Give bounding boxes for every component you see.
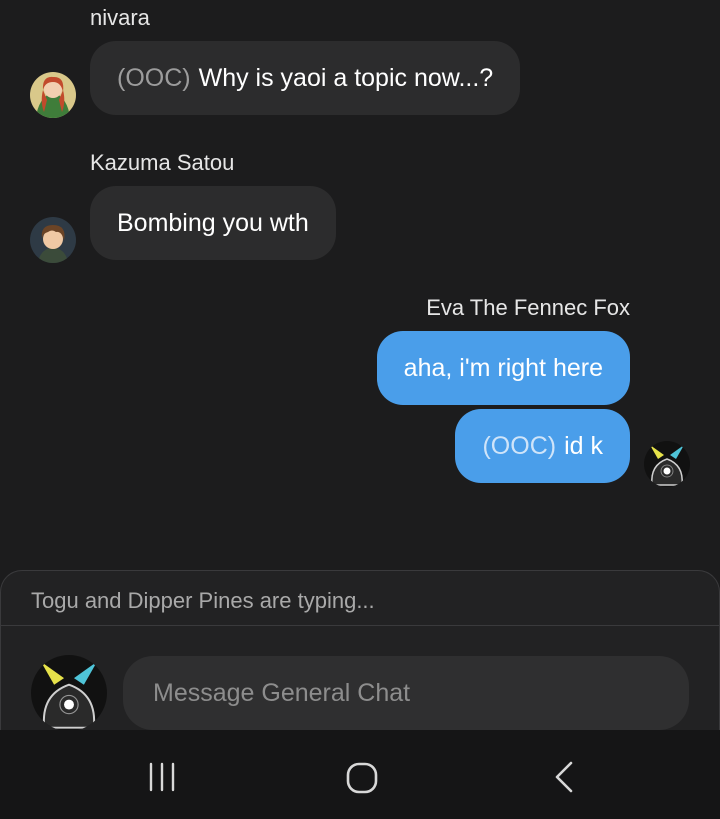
creature-avatar-icon[interactable] <box>644 441 690 487</box>
back-icon[interactable] <box>545 758 585 798</box>
message-bubble[interactable]: Bombing you wth <box>90 186 336 260</box>
girl-avatar-icon[interactable] <box>30 72 76 118</box>
creature-avatar-icon[interactable] <box>31 655 107 731</box>
ooc-prefix: (OOC) <box>117 63 191 92</box>
ooc-prefix: (OOC) <box>482 431 557 460</box>
typing-indicator: Togu and Dipper Pines are typing... <box>31 588 375 613</box>
message-author-nivara: nivara <box>90 5 150 30</box>
message-text: aha, i'm right here <box>403 353 603 382</box>
message-author-eva: Eva The Fennec Fox <box>426 295 630 320</box>
message-bubble[interactable]: (OOC) Why is yaoi a topic now...? <box>90 41 521 115</box>
message-input-container[interactable] <box>123 656 689 730</box>
recents-icon[interactable] <box>142 758 182 798</box>
boy-avatar-icon[interactable] <box>30 217 76 263</box>
composer-panel: Togu and Dipper Pines are typing... <box>0 570 720 740</box>
typing-indicator-row: Togu and Dipper Pines are typing... <box>1 571 719 626</box>
message-author-kazuma-satou: Kazuma Satou <box>90 150 235 175</box>
message-text: id k <box>564 431 603 460</box>
home-icon[interactable] <box>342 758 382 798</box>
message-text: Why is yaoi a topic now...? <box>198 63 494 92</box>
message-text: Bombing you wth <box>117 208 309 237</box>
system-navigation-bar <box>0 730 720 819</box>
message-input[interactable] <box>123 656 689 730</box>
message-bubble-own[interactable]: aha, i'm right here <box>376 331 630 405</box>
message-bubble-own[interactable]: (OOC) id k <box>455 409 630 483</box>
